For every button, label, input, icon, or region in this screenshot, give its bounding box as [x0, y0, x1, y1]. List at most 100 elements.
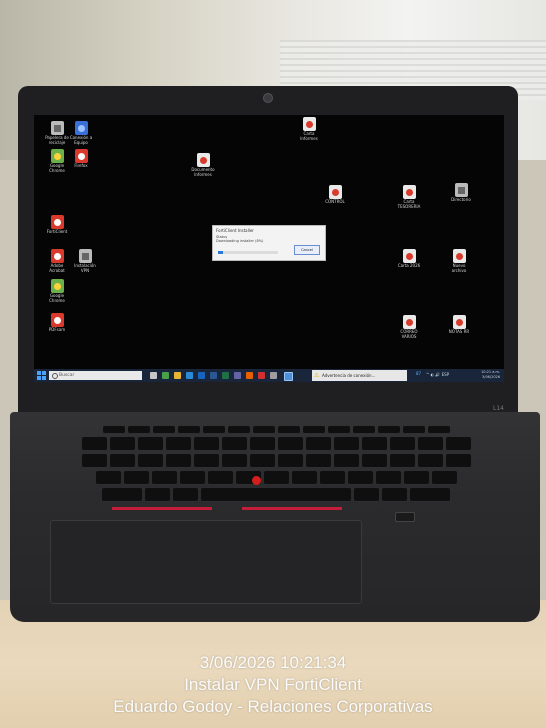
- keyboard-key[interactable]: [137, 454, 163, 468]
- windows-start-icon[interactable]: [37, 371, 46, 380]
- keyboard-key[interactable]: [221, 437, 247, 451]
- keyboard-key[interactable]: [410, 488, 450, 502]
- system-clock[interactable]: 10:21 a.m. 3/06/2026: [481, 370, 500, 380]
- firefox-icon[interactable]: [246, 372, 253, 379]
- keyboard-key[interactable]: [333, 437, 359, 451]
- keyboard-key[interactable]: [151, 471, 177, 485]
- keyboard-key[interactable]: [263, 471, 289, 485]
- desktop-icon[interactable]: Carta TESORERIA: [392, 185, 426, 209]
- forticlient-taskbar-icon[interactable]: [284, 372, 293, 381]
- desktop-icon[interactable]: NOTAS RR: [442, 315, 476, 335]
- keyboard-key[interactable]: [123, 471, 149, 485]
- word-icon[interactable]: [210, 372, 217, 379]
- keyboard-key[interactable]: [403, 471, 429, 485]
- desktop-icon[interactable]: Google Chrome: [40, 279, 74, 303]
- outlook-icon[interactable]: [198, 372, 205, 379]
- keyboard-key[interactable]: [145, 488, 170, 502]
- keyboard-key[interactable]: [201, 488, 351, 502]
- tray-icons[interactable]: ^ ◐ 🔊 ESP: [426, 372, 449, 377]
- keyboard-key[interactable]: [417, 454, 443, 468]
- keyboard-key[interactable]: [417, 437, 443, 451]
- keyboard-key[interactable]: [137, 437, 163, 451]
- keyboard-key[interactable]: [152, 426, 175, 434]
- desktop-icon[interactable]: PDFsam: [40, 313, 74, 333]
- keyboard-key[interactable]: [102, 488, 142, 502]
- connection-warning-notice[interactable]: ⚠ Advertencia de conexión...: [312, 370, 407, 381]
- desktop-icon[interactable]: FortiClient: [40, 215, 74, 235]
- desktop-file-icon: [452, 315, 466, 329]
- keyboard-key[interactable]: [109, 454, 135, 468]
- taskbar-search-input[interactable]: Buscar: [49, 371, 142, 380]
- desktop-icon[interactable]: Documento Informes: [186, 153, 220, 177]
- keyboard-key[interactable]: [305, 454, 331, 468]
- keyboard-key[interactable]: [102, 426, 125, 434]
- trackpoint-buttons[interactable]: [110, 504, 342, 514]
- file-explorer-icon[interactable]: [174, 372, 181, 379]
- keyboard-key[interactable]: [445, 437, 471, 451]
- chrome-icon[interactable]: [162, 372, 169, 379]
- keyboard-key[interactable]: [252, 426, 275, 434]
- desktop-icon[interactable]: Carta Informes: [292, 117, 326, 141]
- desktop-file-icon: [454, 183, 468, 197]
- keyboard-key[interactable]: [402, 426, 425, 434]
- acrobat-icon[interactable]: [258, 372, 265, 379]
- edge-icon[interactable]: [186, 372, 193, 379]
- excel-icon[interactable]: [222, 372, 229, 379]
- keyboard-key[interactable]: [193, 437, 219, 451]
- cancel-button[interactable]: Cancel: [294, 245, 320, 255]
- desktop-file-icon: [402, 315, 416, 329]
- keyboard-key[interactable]: [249, 454, 275, 468]
- keyboard-key[interactable]: [207, 471, 233, 485]
- keyboard-key[interactable]: [193, 454, 219, 468]
- keyboard-key[interactable]: [361, 454, 387, 468]
- keyboard-key[interactable]: [173, 488, 198, 502]
- teams-icon[interactable]: [234, 372, 241, 379]
- keyboard-key[interactable]: [319, 471, 345, 485]
- keyboard-key[interactable]: [327, 426, 350, 434]
- keyboard-key[interactable]: [291, 471, 317, 485]
- keyboard-key[interactable]: [202, 426, 225, 434]
- keyboard-key[interactable]: [165, 437, 191, 451]
- keyboard-key[interactable]: [377, 426, 400, 434]
- keyboard-key[interactable]: [249, 437, 275, 451]
- keyboard-key[interactable]: [277, 426, 300, 434]
- keyboard-key[interactable]: [302, 426, 325, 434]
- keyboard-key[interactable]: [427, 426, 450, 434]
- keyboard-key[interactable]: [227, 426, 250, 434]
- keyboard-key[interactable]: [382, 488, 407, 502]
- keyboard-key[interactable]: [347, 471, 373, 485]
- task-view-icon[interactable]: [150, 372, 157, 379]
- desktop-icon[interactable]: Carta 2026: [392, 249, 426, 269]
- desktop-icon[interactable]: CONTROL: [318, 185, 352, 205]
- trackpoint[interactable]: [252, 476, 261, 485]
- desktop-icon[interactable]: CORREO VARIOS: [392, 315, 426, 339]
- keyboard-key[interactable]: [221, 454, 247, 468]
- keyboard-key[interactable]: [361, 437, 387, 451]
- desktop-icon[interactable]: Nuevo archivo: [442, 249, 476, 273]
- settings-icon[interactable]: [270, 372, 277, 379]
- keyboard-key[interactable]: [389, 454, 415, 468]
- desktop-icon[interactable]: Directorio: [444, 183, 478, 203]
- keyboard-key[interactable]: [354, 488, 379, 502]
- keyboard-key[interactable]: [445, 454, 471, 468]
- keyboard-key[interactable]: [81, 454, 107, 468]
- keyboard-key[interactable]: [333, 454, 359, 468]
- keyboard-key[interactable]: [389, 437, 415, 451]
- keyboard-key[interactable]: [109, 437, 135, 451]
- keyboard-key[interactable]: [375, 471, 401, 485]
- keyboard-key[interactable]: [352, 426, 375, 434]
- keyboard-key[interactable]: [165, 454, 191, 468]
- desktop-icon[interactable]: Instalación VPN: [68, 249, 102, 273]
- keyboard-key[interactable]: [177, 426, 200, 434]
- keyboard-key[interactable]: [95, 471, 121, 485]
- keyboard-key[interactable]: [81, 437, 107, 451]
- keyboard-key[interactable]: [431, 471, 457, 485]
- keyboard-key[interactable]: [277, 437, 303, 451]
- keyboard-key[interactable]: [305, 437, 331, 451]
- desktop-icon[interactable]: Conexión a Equipo: [64, 121, 98, 145]
- keyboard-key[interactable]: [127, 426, 150, 434]
- keyboard-key[interactable]: [277, 454, 303, 468]
- keyboard-key[interactable]: [179, 471, 205, 485]
- desktop-icon[interactable]: Firefox: [64, 149, 98, 169]
- touchpad[interactable]: [50, 520, 362, 604]
